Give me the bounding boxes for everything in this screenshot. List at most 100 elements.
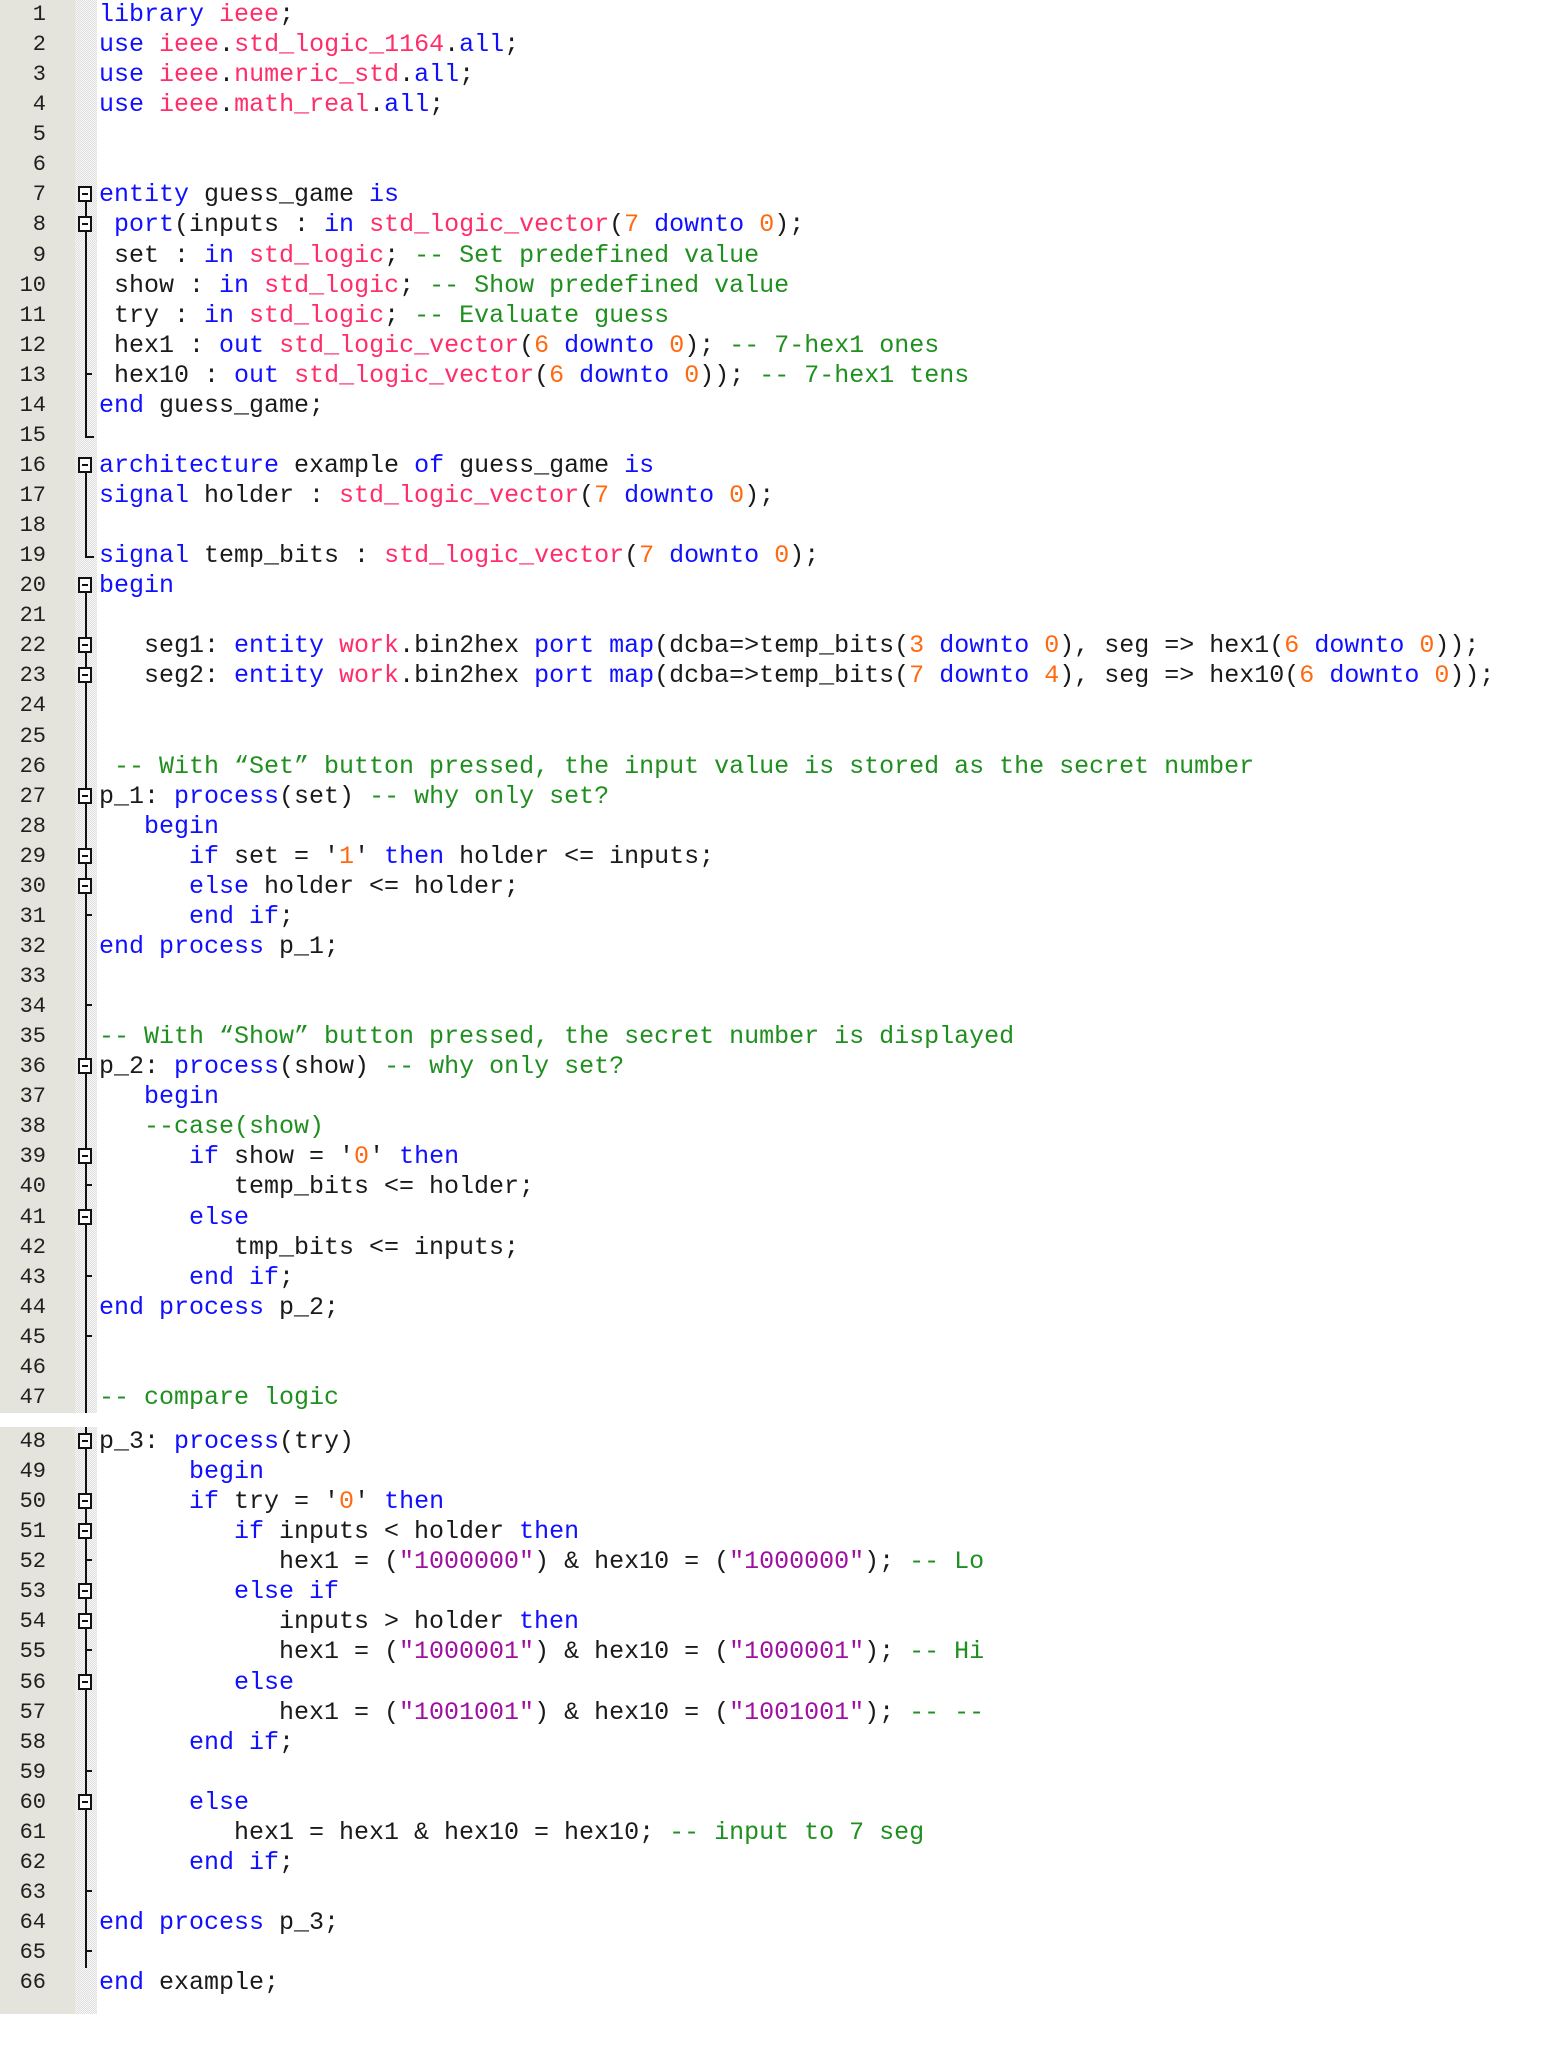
- code-line[interactable]: 30 else holder <= holder;: [0, 871, 1563, 902]
- code-line[interactable]: 11 try : in std_logic; -- Evaluate guess: [0, 300, 1563, 331]
- code-text[interactable]: -- With “Show” button pressed, the secre…: [99, 1022, 1014, 1052]
- code-line[interactable]: 6: [0, 150, 1563, 181]
- code-text[interactable]: -- compare logic: [99, 1383, 339, 1413]
- code-line[interactable]: 49 begin: [0, 1457, 1563, 1488]
- code-text[interactable]: hex1 = ("1001001") & hex10 = ("1001001")…: [279, 1698, 984, 1728]
- code-line[interactable]: 9 set : in std_logic; -- Set predefined v…: [0, 240, 1563, 271]
- minus-box-icon[interactable]: [78, 1793, 92, 1810]
- code-line[interactable]: 64 end process p_3;: [0, 1908, 1563, 1939]
- code-line[interactable]: 34: [0, 992, 1563, 1023]
- code-text[interactable]: -- With “Set” button pressed, the input …: [114, 752, 1254, 782]
- code-line[interactable]: 36 p_2: process(show) -- why only set?: [0, 1052, 1563, 1083]
- code-line[interactable]: 53 else if: [0, 1577, 1563, 1608]
- code-text[interactable]: seg1: entity work.bin2hex port map(dcba=…: [144, 631, 1479, 661]
- code-text[interactable]: if try = '0' then: [189, 1487, 444, 1517]
- minus-box-icon[interactable]: [78, 667, 92, 684]
- minus-box-icon[interactable]: [78, 216, 92, 233]
- code-line[interactable]: 45: [0, 1322, 1563, 1353]
- code-text[interactable]: temp_bits <= holder;: [234, 1172, 534, 1202]
- code-text[interactable]: begin: [144, 812, 219, 842]
- code-line[interactable]: 17 signal holder : std_logic_vector(7 dow…: [0, 481, 1563, 512]
- fold-collapse-icon[interactable]: [75, 571, 97, 602]
- minus-box-icon[interactable]: [78, 186, 92, 203]
- code-line[interactable]: 55 hex1 = ("1000001") & hex10 = ("1000001…: [0, 1637, 1563, 1668]
- code-text[interactable]: else: [234, 1668, 294, 1698]
- code-text[interactable]: set : in std_logic; -- Set predefined va…: [114, 241, 759, 271]
- code-line[interactable]: 40 temp_bits <= holder;: [0, 1172, 1563, 1203]
- code-text[interactable]: port(inputs : in std_logic_vector(7 down…: [114, 210, 804, 240]
- code-text[interactable]: p_2: process(show) -- why only set?: [99, 1052, 624, 1082]
- fold-collapse-icon[interactable]: [75, 1787, 97, 1818]
- code-text[interactable]: use ieee.std_logic_1164.all;: [99, 30, 519, 60]
- code-line[interactable]: 44 end process p_2;: [0, 1292, 1563, 1323]
- fold-collapse-icon[interactable]: [75, 661, 97, 692]
- code-text[interactable]: if set = '1' then holder <= inputs;: [189, 842, 714, 872]
- fold-collapse-icon[interactable]: [75, 841, 97, 872]
- code-line[interactable]: 38 --case(show): [0, 1112, 1563, 1143]
- code-text[interactable]: end if;: [189, 1263, 294, 1293]
- code-line[interactable]: 39 if show = '0' then: [0, 1142, 1563, 1173]
- code-line[interactable]: 51 if inputs < holder then: [0, 1517, 1563, 1548]
- code-line[interactable]: 43 end if;: [0, 1262, 1563, 1293]
- code-text[interactable]: end if;: [189, 1848, 294, 1878]
- minus-box-icon[interactable]: [78, 1523, 92, 1540]
- minus-box-icon[interactable]: [78, 877, 92, 894]
- code-line[interactable]: 10 show : in std_logic; -- Show predefine…: [0, 270, 1563, 301]
- code-line[interactable]: 37 begin: [0, 1082, 1563, 1113]
- code-line[interactable]: 54 inputs > holder then: [0, 1607, 1563, 1638]
- code-text[interactable]: end guess_game;: [99, 391, 324, 421]
- fold-collapse-icon[interactable]: [75, 1517, 97, 1548]
- code-text[interactable]: end example;: [99, 1968, 279, 1998]
- minus-box-icon[interactable]: [78, 637, 92, 654]
- minus-box-icon[interactable]: [78, 1583, 92, 1600]
- code-text[interactable]: use ieee.numeric_std.all;: [99, 60, 474, 90]
- code-text[interactable]: tmp_bits <= inputs;: [234, 1233, 519, 1263]
- code-line[interactable]: 27 p_1: process(set) -- why only set?: [0, 781, 1563, 812]
- code-line[interactable]: 25: [0, 721, 1563, 752]
- code-text[interactable]: --case(show): [144, 1112, 324, 1142]
- code-text[interactable]: begin: [144, 1082, 219, 1112]
- code-line[interactable]: 19 signal temp_bits : std_logic_vector(7 …: [0, 541, 1563, 572]
- fold-collapse-icon[interactable]: [75, 871, 97, 902]
- code-text[interactable]: else: [189, 1203, 249, 1233]
- code-line[interactable]: 35 -- With “Show” button pressed, the sec…: [0, 1022, 1563, 1053]
- fold-collapse-icon[interactable]: [75, 631, 97, 662]
- code-line[interactable]: 59: [0, 1757, 1563, 1788]
- minus-box-icon[interactable]: [78, 1493, 92, 1510]
- code-text[interactable]: inputs > holder then: [279, 1607, 579, 1637]
- code-line[interactable]: 8 port(inputs : in std_logic_vector(7 dow…: [0, 210, 1563, 241]
- code-line[interactable]: 20 begin: [0, 571, 1563, 602]
- code-text[interactable]: if show = '0' then: [189, 1142, 459, 1172]
- code-text[interactable]: entity guess_game is: [99, 180, 399, 210]
- minus-box-icon[interactable]: [78, 1058, 92, 1075]
- code-text[interactable]: signal holder : std_logic_vector(7 downt…: [99, 481, 774, 511]
- code-text[interactable]: signal temp_bits : std_logic_vector(7 do…: [99, 541, 819, 571]
- code-line[interactable]: 66 end example;: [0, 1968, 1563, 1999]
- fold-collapse-icon[interactable]: [75, 1427, 97, 1458]
- code-text[interactable]: end process p_3;: [99, 1908, 339, 1938]
- code-line[interactable]: 57 hex1 = ("1001001") & hex10 = ("1001001…: [0, 1697, 1563, 1728]
- code-text[interactable]: begin: [99, 571, 174, 601]
- code-line[interactable]: 52 hex1 = ("1000000") & hex10 = ("1000000…: [0, 1547, 1563, 1578]
- code-line[interactable]: 21: [0, 601, 1563, 632]
- code-line[interactable]: 7 entity guess_game is: [0, 180, 1563, 211]
- code-line[interactable]: 22 seg1: entity work.bin2hex port map(dcb…: [0, 631, 1563, 662]
- code-line[interactable]: 50 if try = '0' then: [0, 1487, 1563, 1518]
- fold-collapse-icon[interactable]: [75, 210, 97, 241]
- code-line[interactable]: 47 -- compare logic: [0, 1382, 1563, 1413]
- fold-collapse-icon[interactable]: [75, 1052, 97, 1083]
- code-text[interactable]: seg2: entity work.bin2hex port map(dcba=…: [144, 661, 1494, 691]
- minus-box-icon[interactable]: [78, 1613, 92, 1630]
- code-text[interactable]: hex1 : out std_logic_vector(6 downto 0);…: [114, 331, 939, 361]
- fold-collapse-icon[interactable]: [75, 781, 97, 812]
- code-line[interactable]: 2 use ieee.std_logic_1164.all;: [0, 30, 1563, 61]
- code-line[interactable]: 3 use ieee.numeric_std.all;: [0, 60, 1563, 91]
- code-line[interactable]: 24: [0, 691, 1563, 722]
- code-text[interactable]: architecture example of guess_game is: [99, 451, 654, 481]
- code-line[interactable]: 63: [0, 1877, 1563, 1908]
- code-line[interactable]: 5: [0, 120, 1563, 151]
- code-text[interactable]: use ieee.math_real.all;: [99, 90, 444, 120]
- code-text[interactable]: p_3: process(try): [99, 1427, 354, 1457]
- code-line[interactable]: 13 hex10 : out std_logic_vector(6 downto …: [0, 360, 1563, 391]
- code-line[interactable]: 4 use ieee.math_real.all;: [0, 90, 1563, 121]
